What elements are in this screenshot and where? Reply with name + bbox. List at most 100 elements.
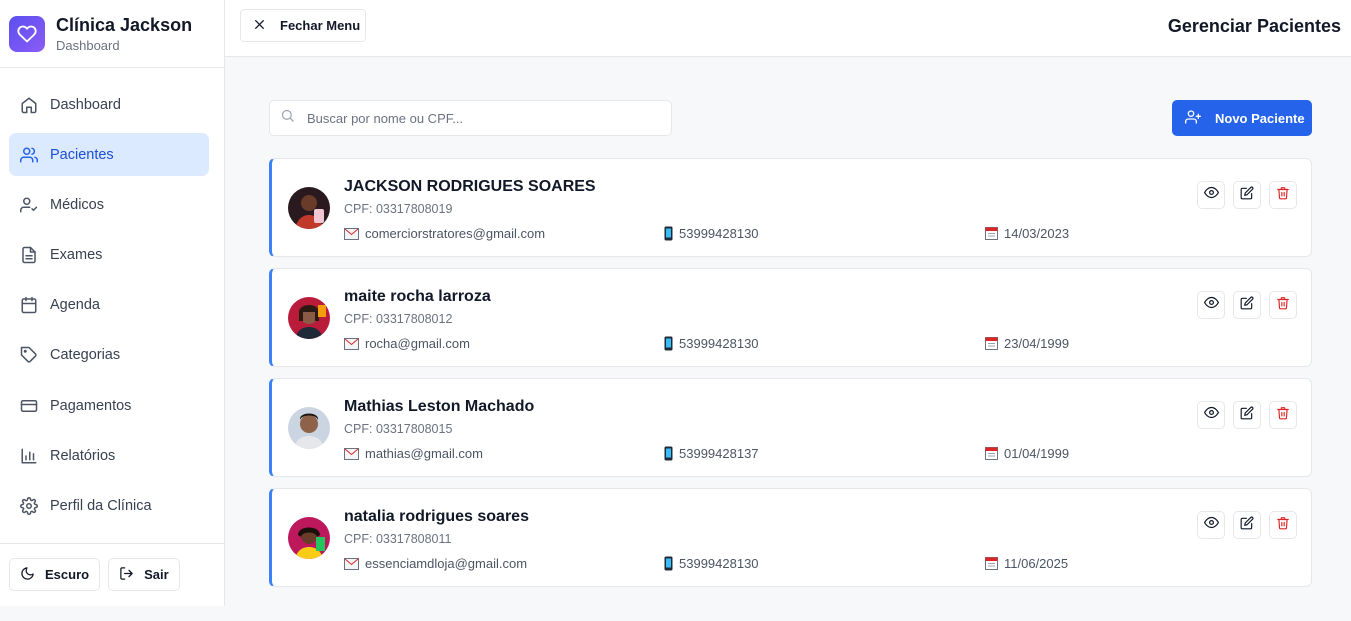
edit-button[interactable] xyxy=(1233,401,1261,429)
edit-icon xyxy=(1240,296,1254,315)
patient-birthdate-text: 23/04/1999 xyxy=(1004,336,1070,351)
calendar-icon xyxy=(985,447,998,460)
patient-avatar xyxy=(288,297,330,339)
edit-icon xyxy=(1240,186,1254,205)
patient-email: comerciorstratores@gmail.com xyxy=(344,226,545,241)
sidebar-item-pacientes[interactable]: Pacientes xyxy=(9,133,209,177)
brand-header: Clínica Jackson Dashboard xyxy=(0,0,224,68)
patient-birthdate-text: 01/04/1999 xyxy=(1004,446,1070,461)
patient-birthdate: 11/06/2025 xyxy=(985,556,1068,571)
user-plus-icon xyxy=(1185,109,1215,128)
view-button[interactable] xyxy=(1197,291,1225,319)
calendar-icon xyxy=(20,296,38,314)
sidebar-nav: Dashboard Pacientes Médicos Exames Agend… xyxy=(0,68,224,528)
sidebar-item-label: Exames xyxy=(50,247,103,264)
close-icon xyxy=(253,18,280,34)
search-input[interactable] xyxy=(307,110,647,126)
patient-avatar xyxy=(288,407,330,449)
sidebar-item-relatorios[interactable]: Relatórios xyxy=(9,434,209,477)
sidebar-item-categorias[interactable]: Categorias xyxy=(9,334,209,377)
settings-icon xyxy=(20,497,38,515)
delete-button[interactable] xyxy=(1269,401,1297,429)
patient-list: JACKSON RODRIGUES SOARES CPF: 0331780801… xyxy=(269,158,1312,598)
patient-birthdate: 23/04/1999 xyxy=(985,336,1069,351)
calendar-icon xyxy=(985,557,998,570)
patient-cpf: CPF: 03317808011 xyxy=(344,532,452,546)
sidebar-item-pagamentos[interactable]: Pagamentos xyxy=(9,384,209,427)
patient-actions xyxy=(1197,401,1297,429)
phone-icon xyxy=(664,226,673,241)
edit-icon xyxy=(1240,406,1254,425)
sidebar-item-exames[interactable]: Exames xyxy=(9,234,209,277)
patient-name: Mathias Leston Machado xyxy=(344,398,535,415)
patient-phone: 53999428137 xyxy=(664,446,759,461)
edit-button[interactable] xyxy=(1233,181,1261,209)
view-button[interactable] xyxy=(1197,181,1225,209)
eye-icon xyxy=(1203,295,1219,315)
sidebar-item-medicos[interactable]: Médicos xyxy=(9,183,209,226)
eye-icon xyxy=(1203,185,1219,205)
patient-email: essenciamdloja@gmail.com xyxy=(344,556,527,571)
dark-mode-button[interactable]: Escuro xyxy=(9,558,101,591)
patient-actions xyxy=(1197,291,1297,319)
patient-phone-text: 53999428130 xyxy=(679,226,759,241)
sidebar-item-label: Pacientes xyxy=(50,146,114,163)
sidebar-item-perfil[interactable]: Perfil da Clínica xyxy=(9,485,209,528)
close-menu-button[interactable]: Fechar Menu xyxy=(240,9,366,42)
patient-avatar xyxy=(288,517,330,559)
sidebar-item-label: Relatórios xyxy=(50,447,116,464)
sidebar-item-label: Categorias xyxy=(50,347,121,364)
patient-name: natalia rodrigues soares xyxy=(344,508,529,525)
logout-button[interactable]: Sair xyxy=(108,558,180,591)
sidebar-item-dashboard[interactable]: Dashboard xyxy=(9,83,209,126)
sidebar-item-agenda[interactable]: Agenda xyxy=(9,284,209,327)
delete-button[interactable] xyxy=(1269,291,1297,319)
patient-card: maite rocha larroza CPF: 03317808012 roc… xyxy=(269,268,1312,367)
phone-icon xyxy=(664,556,673,571)
delete-button[interactable] xyxy=(1269,181,1297,209)
patient-card: Mathias Leston Machado CPF: 03317808015 … xyxy=(269,378,1312,477)
new-patient-label: Novo Paciente xyxy=(1215,110,1305,126)
sidebar-item-label: Médicos xyxy=(50,196,104,213)
sidebar-item-label: Pagamentos xyxy=(50,397,132,414)
users-icon xyxy=(20,146,38,164)
view-button[interactable] xyxy=(1197,511,1225,539)
patient-phone-text: 53999428130 xyxy=(679,336,759,351)
patient-phone-text: 53999428130 xyxy=(679,556,759,571)
calendar-icon xyxy=(985,337,998,350)
patient-phone: 53999428130 xyxy=(664,226,759,241)
patient-phone: 53999428130 xyxy=(664,336,759,351)
patient-birthdate-text: 14/03/2023 xyxy=(1004,226,1070,241)
top-header: Fechar Menu Gerenciar Pacientes xyxy=(225,0,1351,57)
patient-cpf: CPF: 03317808015 xyxy=(344,422,453,436)
patient-name: JACKSON RODRIGUES SOARES xyxy=(344,178,596,195)
edit-button[interactable] xyxy=(1233,511,1261,539)
user-check-icon xyxy=(20,196,38,214)
phone-icon xyxy=(664,336,673,351)
envelope-icon xyxy=(344,447,359,460)
patient-avatar xyxy=(288,187,330,229)
dark-mode-label: Escuro xyxy=(45,567,90,582)
trash-icon xyxy=(1276,516,1290,535)
calendar-icon xyxy=(985,227,998,240)
view-button[interactable] xyxy=(1197,401,1225,429)
patient-email: rocha@gmail.com xyxy=(344,336,470,351)
patient-actions xyxy=(1197,511,1297,539)
tag-icon xyxy=(20,346,38,364)
patient-name: maite rocha larroza xyxy=(344,288,491,305)
phone-icon xyxy=(664,446,673,461)
delete-button[interactable] xyxy=(1269,511,1297,539)
moon-icon xyxy=(20,566,45,584)
edit-button[interactable] xyxy=(1233,291,1261,319)
patient-card: natalia rodrigues soares CPF: 0331780801… xyxy=(269,488,1312,587)
envelope-icon xyxy=(344,337,359,350)
envelope-icon xyxy=(344,557,359,570)
home-icon xyxy=(20,96,38,114)
new-patient-button[interactable]: Novo Paciente xyxy=(1172,100,1312,136)
logout-icon xyxy=(119,566,144,584)
trash-icon xyxy=(1276,296,1290,315)
sidebar-item-label: Agenda xyxy=(50,297,100,314)
logout-label: Sair xyxy=(144,567,169,582)
patient-email: mathias@gmail.com xyxy=(344,446,483,461)
file-text-icon xyxy=(20,246,38,264)
